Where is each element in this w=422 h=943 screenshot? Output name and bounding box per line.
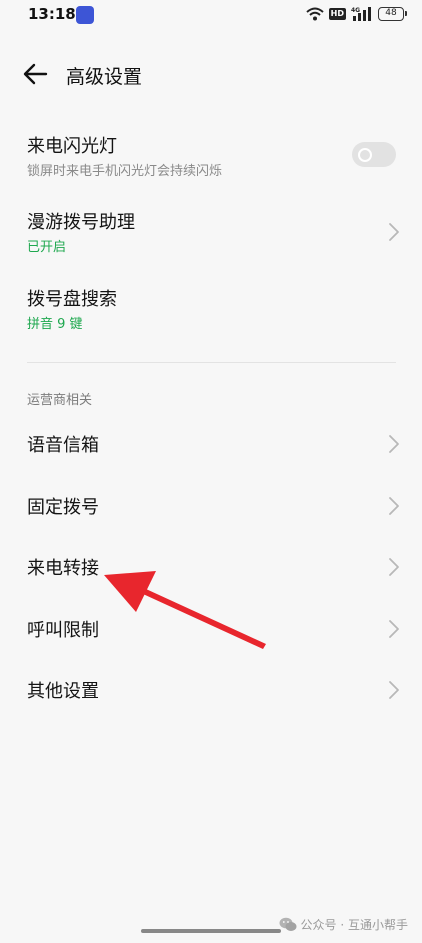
wifi-icon [305, 7, 324, 20]
network-type-label: 4G [351, 7, 360, 14]
toggle-knob [358, 148, 372, 162]
hd-badge: HD [328, 7, 346, 20]
dialpad-search-row[interactable]: 拨号盘搜索 拼音 9 键 [0, 281, 422, 341]
notification-app-icon [76, 6, 94, 24]
roaming-assistant-row[interactable]: 漫游拨号助理 已开启 [0, 204, 422, 264]
flash-setting-title: 来电闪光灯 [27, 136, 117, 157]
call-forwarding-row[interactable]: 来电转接 [0, 545, 422, 589]
fixed-dialing-row[interactable]: 固定拨号 [0, 484, 422, 528]
flash-setting-row[interactable]: 来电闪光灯 锁屏时来电手机闪光灯会持续闪烁 [0, 128, 422, 188]
watermark: 公众号 · 互通小帮手 [279, 916, 408, 933]
voicemail-title: 语音信箱 [27, 435, 99, 456]
flash-setting-subtitle: 锁屏时来电手机闪光灯会持续闪烁 [27, 164, 223, 179]
roaming-assistant-status: 已开启 [27, 240, 67, 255]
header: 高级设置 [0, 50, 422, 98]
roaming-assistant-title: 漫游拨号助理 [27, 212, 135, 233]
fixed-dialing-title: 固定拨号 [27, 497, 99, 518]
call-barring-title: 呼叫限制 [27, 620, 99, 641]
watermark-text: 公众号 · 互通小帮手 [300, 918, 408, 932]
call-barring-row[interactable]: 呼叫限制 [0, 607, 422, 651]
home-indicator[interactable] [141, 929, 281, 933]
signal-icon: 4G [351, 7, 371, 21]
dialpad-search-title: 拨号盘搜索 [27, 289, 117, 310]
back-button[interactable] [20, 60, 52, 88]
voicemail-row[interactable]: 语音信箱 [0, 422, 422, 466]
chevron-right-icon [389, 223, 399, 241]
battery-icon: 48 [378, 6, 407, 21]
call-forwarding-title: 来电转接 [27, 558, 99, 579]
back-arrow-icon [23, 63, 48, 85]
chevron-right-icon [389, 620, 399, 638]
flash-toggle[interactable] [352, 142, 396, 167]
status-icons: HD 4G 48 [305, 6, 407, 21]
carrier-section-label: 运营商相关 [27, 393, 93, 408]
section-divider [27, 362, 396, 363]
other-settings-title: 其他设置 [27, 681, 99, 702]
status-time: 13:18 [28, 5, 76, 23]
chevron-right-icon [389, 681, 399, 699]
chevron-right-icon [389, 497, 399, 515]
status-bar: 13:18 HD 4G 48 [0, 0, 422, 30]
page-title: 高级设置 [66, 66, 143, 88]
chevron-right-icon [389, 435, 399, 453]
dialpad-search-value: 拼音 9 键 [27, 317, 83, 332]
wechat-icon [279, 917, 297, 931]
chevron-right-icon [389, 558, 399, 576]
other-settings-row[interactable]: 其他设置 [0, 668, 422, 712]
